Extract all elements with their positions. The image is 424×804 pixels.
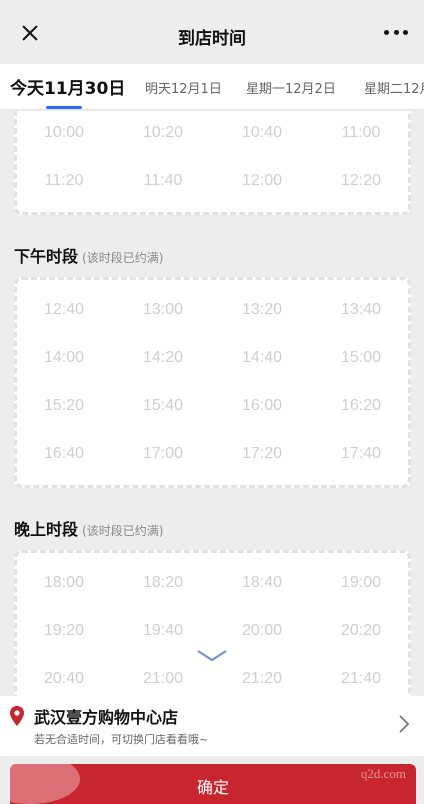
time-slot[interactable]: 13:00 [118, 301, 208, 319]
time-slot[interactable]: 18:00 [19, 574, 109, 592]
time-slot[interactable]: 13:40 [316, 301, 406, 319]
time-slot[interactable]: 18:40 [217, 574, 307, 592]
time-slot[interactable]: 14:40 [217, 349, 307, 367]
time-slot[interactable]: 12:00 [217, 172, 307, 190]
time-slot[interactable]: 20:40 [19, 670, 109, 688]
section-note: (该时段已约满) [82, 524, 164, 538]
time-slot-card-evening: 18:00 18:20 18:40 19:00 19:20 19:40 20:0… [14, 550, 411, 696]
time-slot[interactable]: 16:00 [217, 397, 307, 415]
time-slot[interactable]: 12:40 [19, 301, 109, 319]
location-pin-icon [10, 706, 24, 726]
time-slot[interactable]: 17:40 [316, 445, 406, 463]
time-slot[interactable]: 10:00 [19, 124, 109, 142]
tab-monday[interactable]: 星期一12月2日 [246, 78, 336, 97]
store-selector[interactable]: 武汉壹方购物中心店 若无合适时间，可切换门店看看哦~ [0, 696, 424, 756]
time-slot[interactable]: 11:40 [118, 172, 208, 190]
header: 到店时间 [0, 0, 424, 64]
section-title-afternoon: 下午时段 (该时段已约满) [14, 243, 163, 267]
section-title-text: 下午时段 [14, 247, 79, 266]
time-slot[interactable]: 18:20 [118, 574, 208, 592]
confirm-label: 确定 [196, 778, 229, 797]
section-title-text: 晚上时段 [14, 520, 79, 539]
time-slot[interactable]: 19:00 [316, 574, 406, 592]
time-slot-card-morning: 10:00 10:20 10:40 11:00 11:20 11:40 12:0… [14, 111, 411, 215]
time-slot[interactable]: 20:20 [316, 622, 406, 640]
confirm-button[interactable]: 确定 q2d.com [10, 764, 416, 804]
more-icon[interactable] [384, 28, 408, 36]
tab-tuesday[interactable]: 星期二12月 [364, 78, 424, 97]
time-slot[interactable]: 20:00 [217, 622, 307, 640]
time-slot[interactable]: 16:40 [19, 445, 109, 463]
store-tip: 若无合适时间，可切换门店看看哦~ [34, 733, 209, 746]
time-slot[interactable]: 11:20 [19, 172, 109, 190]
active-tab-indicator [46, 106, 82, 109]
time-slot[interactable]: 19:40 [118, 622, 208, 640]
time-slot[interactable]: 15:20 [19, 397, 109, 415]
time-slot[interactable]: 15:00 [316, 349, 406, 367]
time-slot-list[interactable]: 10:00 10:20 10:40 11:00 11:20 11:40 12:0… [0, 111, 424, 696]
tab-tomorrow[interactable]: 明天12月1日 [145, 78, 222, 97]
time-slot[interactable]: 21:00 [118, 670, 208, 688]
time-slot[interactable]: 14:20 [118, 349, 208, 367]
time-slot-card-afternoon: 12:40 13:00 13:20 13:40 14:00 14:20 14:4… [14, 277, 411, 488]
time-slot[interactable]: 17:20 [217, 445, 307, 463]
section-title-evening: 晚上时段 (该时段已约满) [14, 516, 163, 540]
chevron-down-icon[interactable] [197, 650, 227, 662]
time-slot[interactable]: 21:40 [316, 670, 406, 688]
time-slot[interactable]: 19:20 [19, 622, 109, 640]
time-slot[interactable]: 21:20 [217, 670, 307, 688]
time-slot[interactable]: 15:40 [118, 397, 208, 415]
tab-today[interactable]: 今天11月30日 [10, 74, 125, 99]
watermark: q2d.com [360, 766, 406, 781]
time-slot[interactable]: 11:00 [316, 124, 406, 142]
time-slot[interactable]: 14:00 [19, 349, 109, 367]
time-slot[interactable]: 10:20 [118, 124, 208, 142]
section-note: (该时段已约满) [82, 251, 164, 265]
time-slot[interactable]: 16:20 [316, 397, 406, 415]
time-slot[interactable]: 12:20 [316, 172, 406, 190]
chevron-right-icon[interactable] [398, 714, 410, 734]
time-slot[interactable]: 10:40 [217, 124, 307, 142]
page-title: 到店时间 [178, 29, 246, 49]
time-slot[interactable]: 13:20 [217, 301, 307, 319]
store-name: 武汉壹方购物中心店 [34, 708, 179, 727]
date-tabs: 今天11月30日 明天12月1日 星期一12月2日 星期二12月 [0, 64, 424, 110]
time-slot[interactable]: 17:00 [118, 445, 208, 463]
